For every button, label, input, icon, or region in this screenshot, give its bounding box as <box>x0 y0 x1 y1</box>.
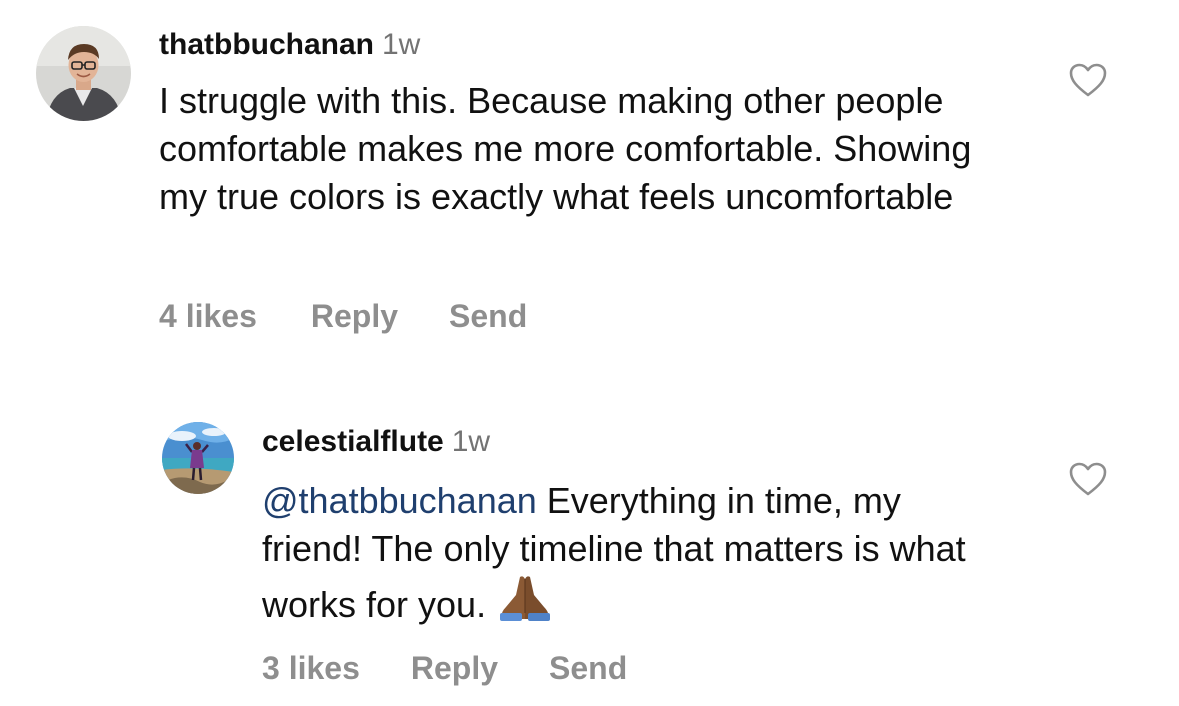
send-button[interactable]: Send <box>449 296 527 336</box>
reply-button[interactable]: Reply <box>411 648 498 688</box>
comment-age: 1w <box>451 425 491 458</box>
username[interactable]: thatbbuchanan <box>159 28 374 61</box>
comment-age: 1w <box>382 28 421 61</box>
likes-count[interactable]: 4 likes <box>159 296 257 336</box>
comment-reply: celestialflute 1w @thatbbuchanan Everythi… <box>0 360 1179 706</box>
comment-text: I struggle with this. Because making oth… <box>159 80 972 217</box>
avatar[interactable] <box>162 422 234 494</box>
send-button[interactable]: Send <box>549 648 627 688</box>
like-button[interactable] <box>1068 461 1108 497</box>
folded-hands-emoji <box>496 573 554 635</box>
heart-outline-icon <box>1069 63 1107 97</box>
reply-button[interactable]: Reply <box>311 296 398 336</box>
mention-link[interactable]: @thatbbuchanan <box>262 480 537 521</box>
comment-header: thatbbuchanan 1w <box>159 27 420 63</box>
comment-actions: 3 likes Reply Send <box>262 648 627 688</box>
heart-outline-icon <box>1069 462 1107 496</box>
username[interactable]: celestialflute <box>262 425 444 458</box>
comment-header: celestialflute 1w <box>262 424 490 460</box>
avatar[interactable] <box>36 26 131 121</box>
comment-text: @thatbbuchanan Everything in time, my fr… <box>262 477 982 635</box>
comment-actions: 4 likes Reply Send <box>159 296 527 336</box>
likes-count[interactable]: 3 likes <box>262 648 360 688</box>
like-button[interactable] <box>1068 62 1108 98</box>
comment: thatbbuchanan 1w I struggle with this. Be… <box>0 0 1179 360</box>
